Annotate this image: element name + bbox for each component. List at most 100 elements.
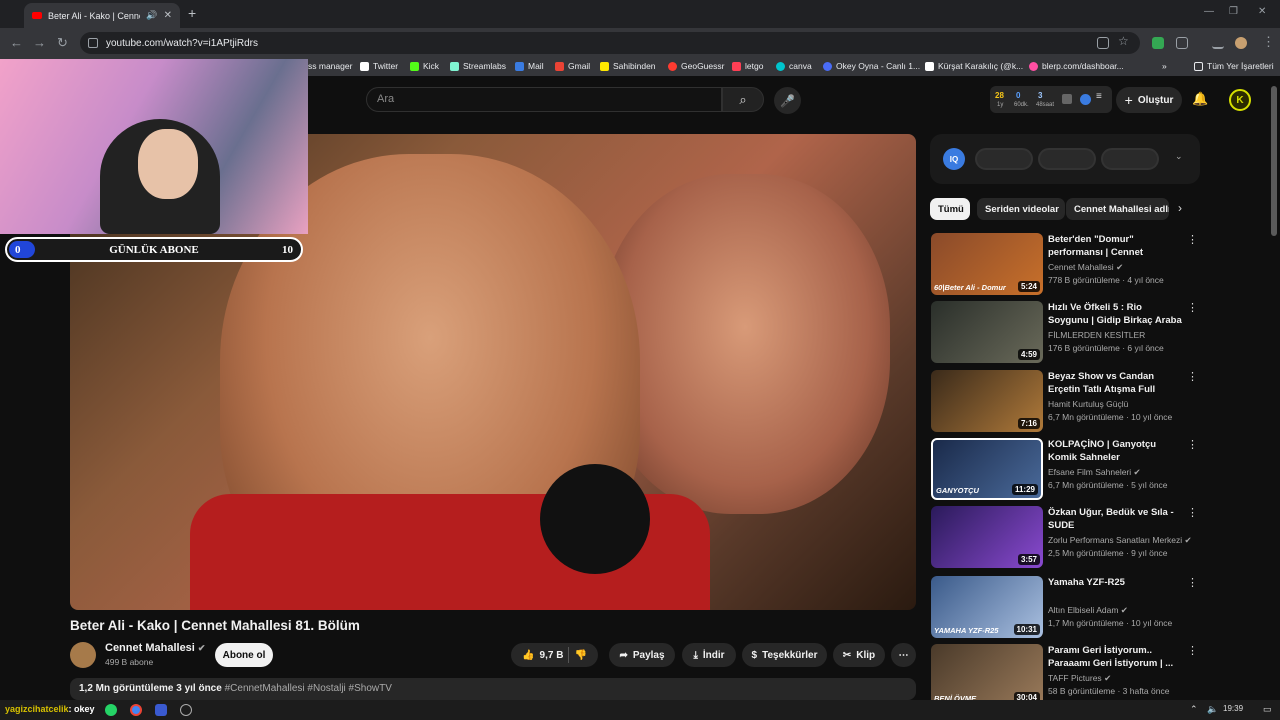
channel-avatar[interactable] <box>70 642 96 668</box>
stats-grid-icon[interactable] <box>1062 94 1072 104</box>
bookmark-mail[interactable]: Mail <box>515 61 544 71</box>
speaker-icon[interactable]: 🔊 <box>146 10 157 21</box>
extension-slot-1[interactable] <box>975 148 1033 170</box>
recommendation-thumbnail[interactable]: 60|Beter Ali - Domur 5:24 <box>931 233 1043 295</box>
recommendation-item[interactable]: YAMAHA YZF-R25 10:31 Yamaha YZF-R25 Altın E… <box>931 576 1198 638</box>
bookmark-ss-manager[interactable]: ss manager <box>308 61 352 71</box>
chrome-icon[interactable] <box>130 704 142 716</box>
like-button[interactable]: 👍 9,7 B <box>522 650 563 661</box>
channel-name[interactable]: Cennet Mahallesi ✔ <box>105 642 205 654</box>
page-scrollbar[interactable] <box>1271 86 1277 236</box>
subscribe-button[interactable]: Abone ol <box>215 643 273 667</box>
more-vertical-icon[interactable]: ⋮ <box>1187 233 1198 246</box>
volume-icon[interactable]: 🔈 <box>1207 704 1218 715</box>
forward-icon[interactable]: → <box>33 35 46 50</box>
extension-slot-2[interactable] <box>1038 148 1096 170</box>
recommendation-thumbnail[interactable]: BENİ ÖVME 30:04 <box>931 644 1043 706</box>
recommendation-thumbnail[interactable]: 4:59 <box>931 301 1043 363</box>
chip-channel[interactable]: Cennet Mahallesi adlı <box>1066 198 1169 220</box>
bookmark-kick[interactable]: Kick <box>410 61 439 71</box>
extensions-puzzle-icon[interactable] <box>1176 37 1188 49</box>
more-vertical-icon[interactable]: ⋮ <box>1187 506 1198 519</box>
close-window-icon[interactable]: ✕ <box>1258 6 1266 17</box>
recommendation-thumbnail[interactable]: YAMAHA YZF-R25 10:31 <box>931 576 1043 638</box>
more-vertical-icon[interactable]: ⋮ <box>1187 644 1198 657</box>
recommendation-item[interactable]: BENİ ÖVME 30:04 Paramı Geri İstiyorum.. Pa… <box>931 644 1198 706</box>
notification-icon[interactable]: ▭ <box>1263 704 1272 715</box>
recommendation-item[interactable]: 7:16 Beyaz Show vs Candan Erçetin Tatlı A… <box>931 370 1198 432</box>
download-button[interactable]: ⤓ İndir <box>682 643 736 667</box>
profile-avatar-icon[interactable] <box>1235 37 1247 49</box>
recommendation-title[interactable]: KOLPAÇİNO | Ganyotçu Komik Sahneler <box>1048 438 1184 464</box>
recommendation-thumbnail[interactable]: 7:16 <box>931 370 1043 432</box>
install-app-icon[interactable] <box>1097 37 1109 49</box>
back-icon[interactable]: ← <box>10 35 23 50</box>
close-tab-icon[interactable]: ✕ <box>164 10 172 21</box>
browser-menu-icon[interactable]: ⋮ <box>1262 34 1275 50</box>
recommendation-channel[interactable]: Cennet Mahallesi ✔ <box>1048 262 1123 273</box>
media-controls-icon[interactable] <box>1212 37 1224 49</box>
bookmark-geoguessr[interactable]: GeoGuessr <box>668 61 724 71</box>
hamburger-icon[interactable]: ≡ <box>1096 91 1102 102</box>
chip-all[interactable]: Tümü <box>930 198 970 220</box>
extension-slot-3[interactable] <box>1101 148 1159 170</box>
site-info-icon[interactable] <box>88 38 98 48</box>
search-input[interactable]: Ara <box>366 87 722 112</box>
bookmark-star-icon[interactable]: ☆ <box>1118 34 1129 48</box>
recommendation-title[interactable]: Beter'den "Domur" performansı | Cennet M… <box>1048 233 1184 260</box>
restore-icon[interactable]: ❐ <box>1229 6 1238 17</box>
more-vertical-icon[interactable]: ⋮ <box>1187 438 1198 451</box>
recommendation-item[interactable]: GANYOTÇU 11:29 KOLPAÇİNO | Ganyotçu Komik … <box>931 438 1198 500</box>
recommendation-title[interactable]: Özkan Uğur, Bedük ve Sıla - SUDE <box>1048 506 1184 532</box>
bookmark-tiktok[interactable]: Kürşat Karakılıç (@k... <box>925 61 1023 71</box>
clip-button[interactable]: ✂ Klip <box>833 643 885 667</box>
new-tab-icon[interactable]: + <box>188 5 196 21</box>
description-box[interactable]: 1,2 Mn görüntüleme 3 yıl önce #CennetMah… <box>70 678 916 700</box>
recommendation-thumbnail[interactable]: GANYOTÇU 11:29 <box>931 438 1043 500</box>
tray-chevron-icon[interactable]: ⌃ <box>1190 704 1198 715</box>
stats-extension-widget[interactable]: 28 1y 0 60dk. 3 48saat ≡ <box>990 86 1112 113</box>
bookmark-streamlabs[interactable]: Streamlabs <box>450 61 506 71</box>
url-field[interactable]: youtube.com/watch?v=i1APtjiRdrs <box>80 32 1140 54</box>
recommendation-channel[interactable]: FİLMLERDEN KESİTLER <box>1048 330 1145 340</box>
bookmark-twitter[interactable]: Twitter <box>360 61 398 71</box>
bookmark-blerp[interactable]: blerp.com/dashboar... <box>1029 61 1124 71</box>
hashtags[interactable]: #CennetMahallesi #Nostalji #ShowTV <box>225 683 392 694</box>
recommendation-channel[interactable]: TAFF Pictures ✔ <box>1048 673 1111 684</box>
chip-series-videos[interactable]: Seriden videolar <box>977 198 1065 220</box>
recommendation-channel[interactable]: Altın Elbiseli Adam ✔ <box>1048 605 1128 616</box>
bookmark-letgo[interactable]: letgo <box>732 61 763 71</box>
whatsapp-icon[interactable] <box>105 704 117 716</box>
account-avatar[interactable]: K <box>1229 89 1251 111</box>
app-icon[interactable] <box>155 704 167 716</box>
voice-search-button[interactable]: 🎤 <box>774 87 801 114</box>
recommendation-channel[interactable]: Efsane Film Sahneleri ✔ <box>1048 467 1141 478</box>
create-button[interactable]: + Oluştur <box>1116 87 1182 113</box>
recommendation-title[interactable]: Paramı Geri İstiyorum.. Paraaamı Geri İs… <box>1048 644 1184 670</box>
search-button[interactable]: ⌕ <box>722 87 764 112</box>
recommendation-item[interactable]: 3:57 Özkan Uğur, Bedük ve Sıla - SUDE Zorl… <box>931 506 1198 568</box>
more-vertical-icon[interactable]: ⋮ <box>1187 576 1198 589</box>
bookmark-okey[interactable]: Okey Oyna - Canlı 1... <box>823 61 920 71</box>
recommendation-item[interactable]: 60|Beter Ali - Domur 5:24 Beter'den "Domur… <box>931 233 1198 295</box>
bookmark-sahibinden[interactable]: Sahibinden <box>600 61 656 71</box>
recommendation-thumbnail[interactable]: 3:57 <box>931 506 1043 568</box>
bookmark-canva[interactable]: canva <box>776 61 812 71</box>
share-button[interactable]: ➦ Paylaş <box>609 643 675 667</box>
extension-shield-icon[interactable] <box>1152 37 1164 49</box>
more-vertical-icon[interactable]: ⋮ <box>1187 301 1198 314</box>
thanks-button[interactable]: $ Teşekkürler <box>742 643 827 667</box>
more-actions-button[interactable]: ⋯ <box>891 643 916 667</box>
more-vertical-icon[interactable]: ⋮ <box>1187 370 1198 383</box>
reload-icon[interactable]: ↻ <box>57 35 68 51</box>
chips-next-icon[interactable]: › <box>1178 201 1182 215</box>
recommendation-title[interactable]: Hızlı Ve Öfkeli 5 : Rio Soygunu | Gidip … <box>1048 301 1184 328</box>
recommendation-channel[interactable]: Zorlu Performans Sanatları Merkezi ✔ <box>1048 535 1192 546</box>
obs-icon[interactable] <box>180 704 192 716</box>
recommendation-item[interactable]: 4:59 Hızlı Ve Öfkeli 5 : Rio Soygunu | Gi… <box>931 301 1198 363</box>
chevron-down-icon[interactable]: ⌄ <box>1175 151 1183 162</box>
iq-icon[interactable] <box>1080 94 1091 105</box>
bookmark-folder-all[interactable]: Tüm Yer İşaretleri <box>1194 61 1274 71</box>
recommendation-channel[interactable]: Hamit Kurtuluş Güçlü <box>1048 399 1128 409</box>
bookmark-gmail[interactable]: Gmail <box>555 61 590 71</box>
